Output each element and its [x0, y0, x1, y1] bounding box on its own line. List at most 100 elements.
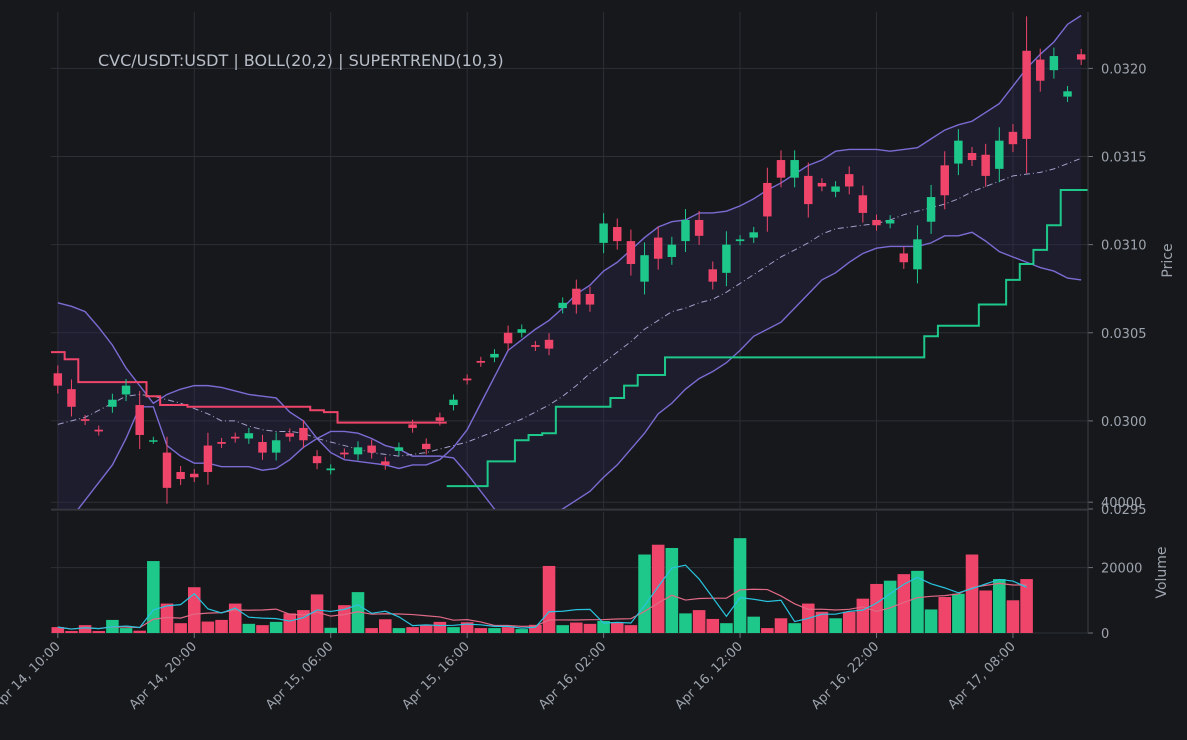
candle-up	[749, 232, 758, 238]
volume-bar	[174, 623, 187, 633]
volume-bar	[78, 625, 92, 633]
candle-down	[1036, 59, 1045, 81]
candle-down	[285, 433, 295, 437]
candle-down	[844, 174, 854, 187]
candle-down	[940, 165, 949, 196]
volume-tick-label: 0	[1101, 627, 1109, 642]
candle-up	[995, 140, 1004, 169]
candle-up	[681, 219, 690, 242]
candle-up	[244, 433, 254, 439]
volume-bar	[788, 623, 801, 633]
candle-down	[1022, 50, 1031, 139]
candle-down	[572, 288, 581, 305]
candle-down	[967, 152, 977, 161]
price-tick-label: 0.0320	[1101, 62, 1147, 77]
candle-up	[722, 244, 731, 273]
volume-bar	[488, 628, 501, 633]
time-tick-label: Apr 15, 16:00	[400, 639, 473, 712]
candle-down	[544, 339, 554, 349]
candle-down	[817, 182, 827, 187]
volume-tick-label: 20000	[1101, 562, 1142, 577]
volume-bar	[1006, 600, 1020, 633]
candle-down	[381, 461, 390, 465]
volume-bar	[979, 590, 992, 633]
volume-bar	[379, 619, 392, 633]
volume-bar	[570, 622, 583, 633]
volume-bar	[624, 625, 638, 633]
price-axis-title: Price	[1160, 243, 1176, 277]
candle-up	[326, 468, 335, 471]
volume-bar	[447, 627, 460, 633]
price-tick-label: 0.0300	[1101, 415, 1147, 430]
volume-bar	[201, 621, 215, 633]
volume-bar	[406, 627, 419, 633]
candle-down	[408, 424, 417, 428]
candle-down	[135, 405, 144, 435]
volume-bar	[324, 627, 337, 633]
candle-down	[230, 436, 240, 439]
volume-bar	[515, 629, 529, 633]
volume-bar	[556, 625, 569, 633]
volume-bar	[133, 630, 146, 633]
candle-down	[176, 471, 185, 480]
candle-up	[790, 160, 799, 178]
candle-down	[626, 241, 636, 265]
candle-down	[708, 269, 717, 282]
volume-bar	[474, 628, 488, 633]
time-tick-label: Apr 14, 10:00	[0, 639, 64, 712]
candle-up	[558, 302, 567, 309]
volume-bar	[993, 579, 1006, 633]
candle-up	[394, 447, 404, 451]
volume-bar	[542, 565, 556, 633]
price-tick-label: 0.0315	[1101, 151, 1147, 166]
candle-down	[190, 473, 199, 478]
candle-down	[872, 219, 881, 226]
volume-bar	[119, 628, 133, 633]
candle-down	[899, 253, 909, 263]
volume-bar	[965, 554, 979, 633]
candle-down	[53, 373, 63, 386]
candle-down	[653, 237, 663, 259]
candle-up	[490, 353, 499, 358]
candle-up	[926, 197, 936, 222]
candle-down	[312, 456, 322, 464]
volume-bar	[952, 593, 965, 633]
volume-bar	[720, 623, 733, 633]
candle-down	[422, 443, 431, 450]
candle-down	[162, 452, 172, 488]
candle-down	[858, 195, 868, 213]
volume-bar	[842, 611, 856, 633]
volume-bar	[747, 616, 760, 633]
candle-up	[640, 255, 649, 282]
candle-up	[1049, 56, 1059, 71]
candle-up	[667, 244, 677, 257]
volume-bar	[242, 623, 256, 633]
candle-down	[94, 429, 103, 432]
candle-up	[831, 186, 840, 192]
candle-down	[80, 419, 90, 421]
candle-down	[1008, 131, 1018, 145]
volume-bar	[433, 621, 447, 633]
volume-bar	[610, 622, 624, 633]
chart-title: CVC/USDT:USDT | BOLL(20,2) | SUPERTREND(…	[98, 51, 504, 70]
candle-down	[503, 332, 513, 344]
candle-up	[108, 399, 117, 407]
candle-up	[885, 219, 895, 224]
candle-down	[613, 227, 622, 242]
candle-down	[435, 417, 445, 421]
volume-bar	[269, 621, 283, 633]
volume-bar	[256, 625, 269, 633]
volume-bar	[215, 619, 228, 633]
volume-bar	[938, 597, 952, 633]
candle-down	[462, 378, 472, 381]
time-tick-label: Apr 14, 20:00	[127, 639, 200, 712]
volume-bar	[883, 580, 897, 633]
candle-down	[531, 345, 540, 347]
candle-up	[449, 399, 458, 406]
time-tick-label: Apr 15, 06:00	[263, 639, 336, 712]
volume-axis-title: Volume	[1154, 546, 1170, 598]
volume-bar	[761, 628, 774, 633]
volume-bar	[774, 618, 788, 633]
volume-tick-label: 40000	[1101, 496, 1142, 511]
candle-up	[954, 140, 963, 164]
